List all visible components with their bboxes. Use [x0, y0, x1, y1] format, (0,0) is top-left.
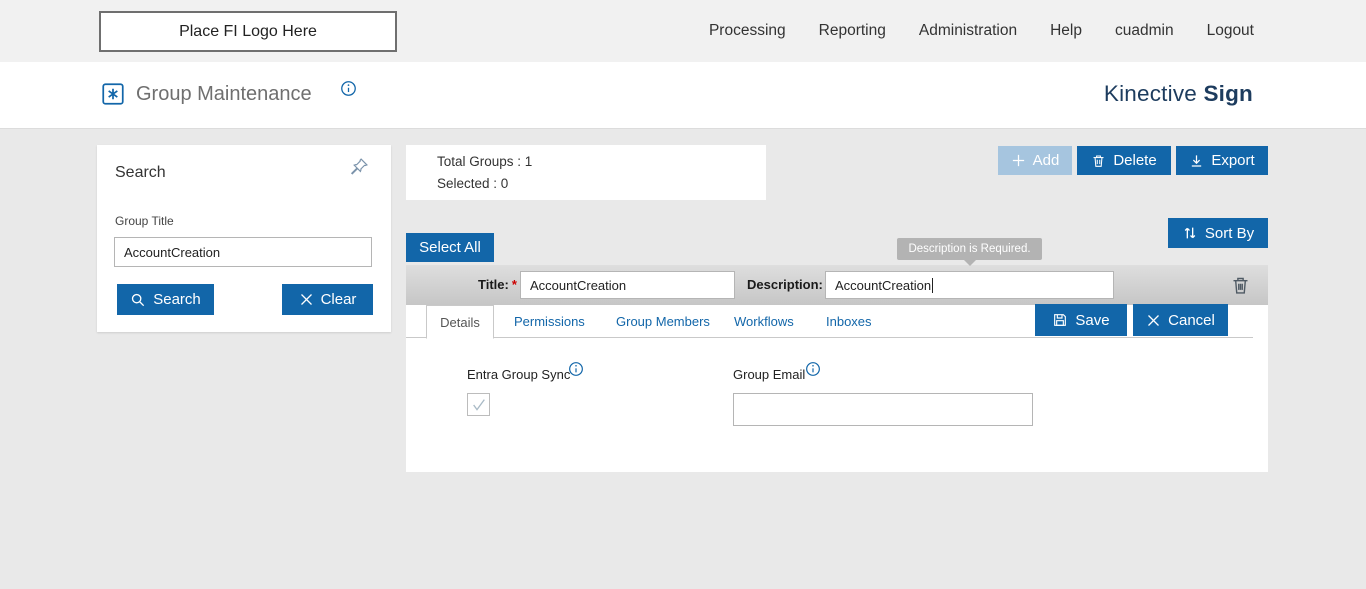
tab-inboxes[interactable]: Inboxes — [822, 305, 876, 338]
download-icon — [1189, 153, 1204, 169]
nav-reporting[interactable]: Reporting — [819, 22, 886, 40]
validation-tooltip-text: Description is Required. — [908, 243, 1030, 255]
add-button[interactable]: Add — [998, 146, 1072, 175]
total-groups-text: Total Groups : 1 — [437, 154, 532, 169]
page-title: Group Maintenance — [136, 83, 312, 106]
brand-logo: Kinective Sign — [1104, 81, 1253, 107]
row-delete-trash-icon[interactable] — [1230, 274, 1251, 297]
select-all-label: Select All — [419, 239, 481, 256]
title-input[interactable] — [520, 271, 735, 299]
delete-button[interactable]: Delete — [1077, 146, 1171, 175]
nav-logout[interactable]: Logout — [1207, 22, 1254, 40]
fi-logo-text: Place FI Logo Here — [179, 23, 317, 41]
group-edit-panel: Title:* Description:* AccountCreation De… — [406, 265, 1268, 472]
clear-x-icon — [299, 292, 314, 307]
nav-user-cuadmin[interactable]: cuadmin — [1115, 22, 1174, 40]
sort-arrows-icon — [1182, 225, 1198, 241]
fi-logo-placeholder: Place FI Logo Here — [99, 11, 397, 52]
delete-button-label: Delete — [1113, 152, 1156, 169]
save-button[interactable]: Save — [1035, 304, 1127, 336]
search-icon — [130, 292, 146, 308]
description-input[interactable]: AccountCreation — [825, 271, 1114, 299]
nav-processing[interactable]: Processing — [709, 22, 786, 40]
cancel-x-icon — [1146, 313, 1161, 328]
text-cursor — [932, 278, 933, 293]
brand-product: Sign — [1203, 81, 1253, 106]
selected-count-text: Selected : 0 — [437, 176, 508, 191]
search-button[interactable]: Search — [117, 284, 214, 315]
save-floppy-icon — [1052, 312, 1068, 328]
clear-button[interactable]: Clear — [282, 284, 373, 315]
description-field-label: Description:* — [747, 277, 831, 292]
entra-group-sync-info-icon[interactable] — [568, 361, 584, 377]
entra-group-sync-checkbox[interactable] — [467, 393, 490, 416]
export-button[interactable]: Export — [1176, 146, 1268, 175]
brand-name: Kinective — [1104, 81, 1197, 106]
group-title-label: Group Title — [115, 214, 174, 228]
title-required-marker: * — [512, 277, 517, 292]
description-input-value: AccountCreation — [835, 278, 931, 293]
tab-workflows[interactable]: Workflows — [730, 305, 798, 338]
clear-button-label: Clear — [321, 291, 357, 308]
plus-icon — [1011, 153, 1026, 168]
group-maintenance-icon — [100, 81, 126, 107]
select-all-button[interactable]: Select All — [406, 233, 494, 262]
group-email-info-icon[interactable] — [805, 361, 821, 377]
add-button-label: Add — [1033, 152, 1060, 169]
top-navigation: Processing Reporting Administration Help… — [709, 0, 1254, 62]
search-panel-heading: Search — [115, 164, 166, 182]
search-panel: Search Group Title Search Clear — [97, 145, 391, 332]
page-header-bar: Group Maintenance Kinective Sign — [0, 62, 1366, 129]
group-title-input[interactable] — [114, 237, 372, 267]
tab-details[interactable]: Details — [426, 305, 494, 339]
top-bar: Place FI Logo Here Processing Reporting … — [0, 0, 1366, 62]
tab-group-members[interactable]: Group Members — [612, 305, 714, 338]
validation-tooltip: Description is Required. — [897, 238, 1042, 260]
group-maintenance-page: Place FI Logo Here Processing Reporting … — [0, 0, 1366, 589]
sort-by-label: Sort By — [1205, 225, 1254, 242]
group-email-label: Group Email — [733, 367, 805, 382]
pin-icon[interactable] — [349, 157, 369, 177]
sort-by-button[interactable]: Sort By — [1168, 218, 1268, 248]
search-button-label: Search — [153, 291, 201, 308]
cancel-button-label: Cancel — [1168, 312, 1215, 329]
tab-permissions[interactable]: Permissions — [510, 305, 589, 338]
title-field-label: Title:* — [478, 277, 517, 292]
nav-help[interactable]: Help — [1050, 22, 1082, 40]
check-icon — [471, 397, 487, 413]
page-title-info-icon[interactable] — [340, 80, 357, 97]
cancel-button[interactable]: Cancel — [1133, 304, 1228, 336]
save-button-label: Save — [1075, 312, 1109, 329]
nav-administration[interactable]: Administration — [919, 22, 1017, 40]
group-email-input — [733, 393, 1033, 426]
export-button-label: Export — [1211, 152, 1254, 169]
entra-group-sync-label: Entra Group Sync — [467, 367, 570, 382]
group-row: Title:* Description:* AccountCreation — [406, 265, 1268, 305]
summary-bar: Total Groups : 1 Selected : 0 — [406, 145, 766, 200]
trash-icon — [1091, 153, 1106, 169]
